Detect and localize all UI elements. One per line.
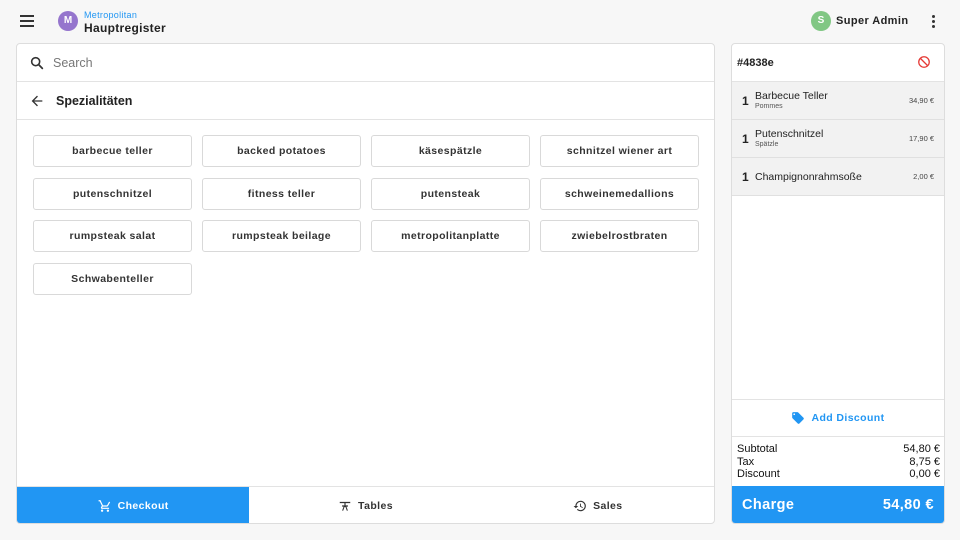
product-button[interactable]: zwiebelrostbraten — [540, 220, 699, 252]
line-qty: 1 — [742, 132, 749, 146]
cart-icon — [98, 499, 110, 512]
order-header: #4838e — [732, 44, 944, 82]
more-vert-icon[interactable] — [928, 14, 938, 30]
product-button[interactable]: schweinemedallions — [540, 178, 699, 210]
store-subtitle: Metropolitan — [84, 10, 138, 20]
order-id: #4838e — [737, 57, 774, 69]
line-qty: 1 — [742, 94, 749, 108]
order-line[interactable]: 1 Champignonrahmsoße 2,00 € — [732, 158, 944, 196]
subtotal-label: Subtotal — [737, 443, 778, 455]
product-button[interactable]: Schwabenteller — [33, 263, 192, 295]
product-button[interactable]: putensteak — [371, 178, 530, 210]
product-panel: Spezialitäten barbecue teller backed pot… — [16, 43, 715, 524]
subtotal-value: 54,80 € — [903, 443, 940, 455]
user-avatar[interactable]: S — [811, 11, 831, 31]
line-price: 17,90 € — [908, 134, 934, 143]
tab-checkout[interactable]: Checkout — [17, 487, 250, 523]
register-title: Hauptregister — [84, 21, 166, 35]
bottom-tab-bar: Checkout Tables Sales — [17, 486, 714, 523]
charge-label: Charge — [742, 497, 795, 513]
tab-tables[interactable]: Tables — [249, 487, 481, 523]
charge-button[interactable]: Charge 54,80 € — [732, 486, 944, 523]
charge-amount: 54,80 € — [882, 497, 934, 513]
order-line[interactable]: 1 Barbecue Teller Pommes 34,90 € — [732, 82, 944, 120]
product-button[interactable]: käsespätzle — [371, 135, 530, 167]
line-price: 34,90 € — [908, 96, 934, 105]
cancel-order-icon[interactable] — [917, 55, 931, 69]
line-name: Putenschnitzel — [755, 128, 824, 140]
tab-tables-label: Tables — [358, 499, 393, 512]
subtotal-row: Subtotal 54,80 € — [737, 443, 940, 456]
totals: Subtotal 54,80 € Tax 8,75 € Discount 0,0… — [737, 443, 940, 481]
back-arrow-icon[interactable] — [29, 93, 45, 109]
discount-value: 0,00 € — [909, 468, 940, 480]
line-modifier: Pommes — [755, 103, 783, 110]
discount-label: Discount — [737, 468, 780, 480]
tab-sales[interactable]: Sales — [482, 487, 714, 523]
add-discount-button[interactable]: Add Discount — [732, 399, 944, 437]
line-qty: 1 — [742, 170, 749, 184]
store-avatar: M — [58, 11, 78, 31]
product-button[interactable]: rumpsteak salat — [33, 220, 192, 252]
search-bar — [17, 44, 714, 82]
user-name[interactable]: Super Admin — [836, 15, 908, 27]
line-name: Barbecue Teller — [755, 90, 828, 102]
category-header: Spezialitäten — [17, 82, 714, 120]
tag-icon — [792, 412, 805, 424]
line-name: Champignonrahmsoße — [755, 171, 862, 183]
top-bar: M Metropolitan Hauptregister S Super Adm… — [0, 0, 960, 42]
product-button[interactable]: putenschnitzel — [33, 178, 192, 210]
search-input[interactable] — [53, 50, 693, 76]
search-icon — [30, 56, 44, 70]
tax-row: Tax 8,75 € — [737, 456, 940, 469]
category-title: Spezialitäten — [56, 94, 133, 108]
product-button[interactable]: schnitzel wiener art — [540, 135, 699, 167]
table-icon — [339, 501, 351, 511]
order-line[interactable]: 1 Putenschnitzel Spätzle 17,90 € — [732, 120, 944, 158]
tab-sales-label: Sales — [593, 499, 623, 512]
tab-checkout-label: Checkout — [117, 499, 169, 512]
discount-row: Discount 0,00 € — [737, 468, 940, 481]
tax-value: 8,75 € — [909, 455, 940, 468]
line-modifier: Spätzle — [755, 141, 779, 148]
product-button[interactable]: backed potatoes — [202, 135, 361, 167]
product-button[interactable]: rumpsteak beilage — [202, 220, 361, 252]
line-price: 2,00 € — [913, 172, 934, 181]
tax-label: Tax — [737, 455, 755, 468]
product-button[interactable]: fitness teller — [202, 178, 361, 210]
product-button[interactable]: metropolitanplatte — [371, 220, 530, 252]
product-button[interactable]: barbecue teller — [33, 135, 192, 167]
history-icon — [573, 500, 586, 511]
menu-icon[interactable] — [17, 12, 37, 30]
order-panel: #4838e 1 Barbecue Teller Pommes 34,90 € … — [731, 43, 945, 524]
add-discount-label: Add Discount — [811, 412, 885, 424]
